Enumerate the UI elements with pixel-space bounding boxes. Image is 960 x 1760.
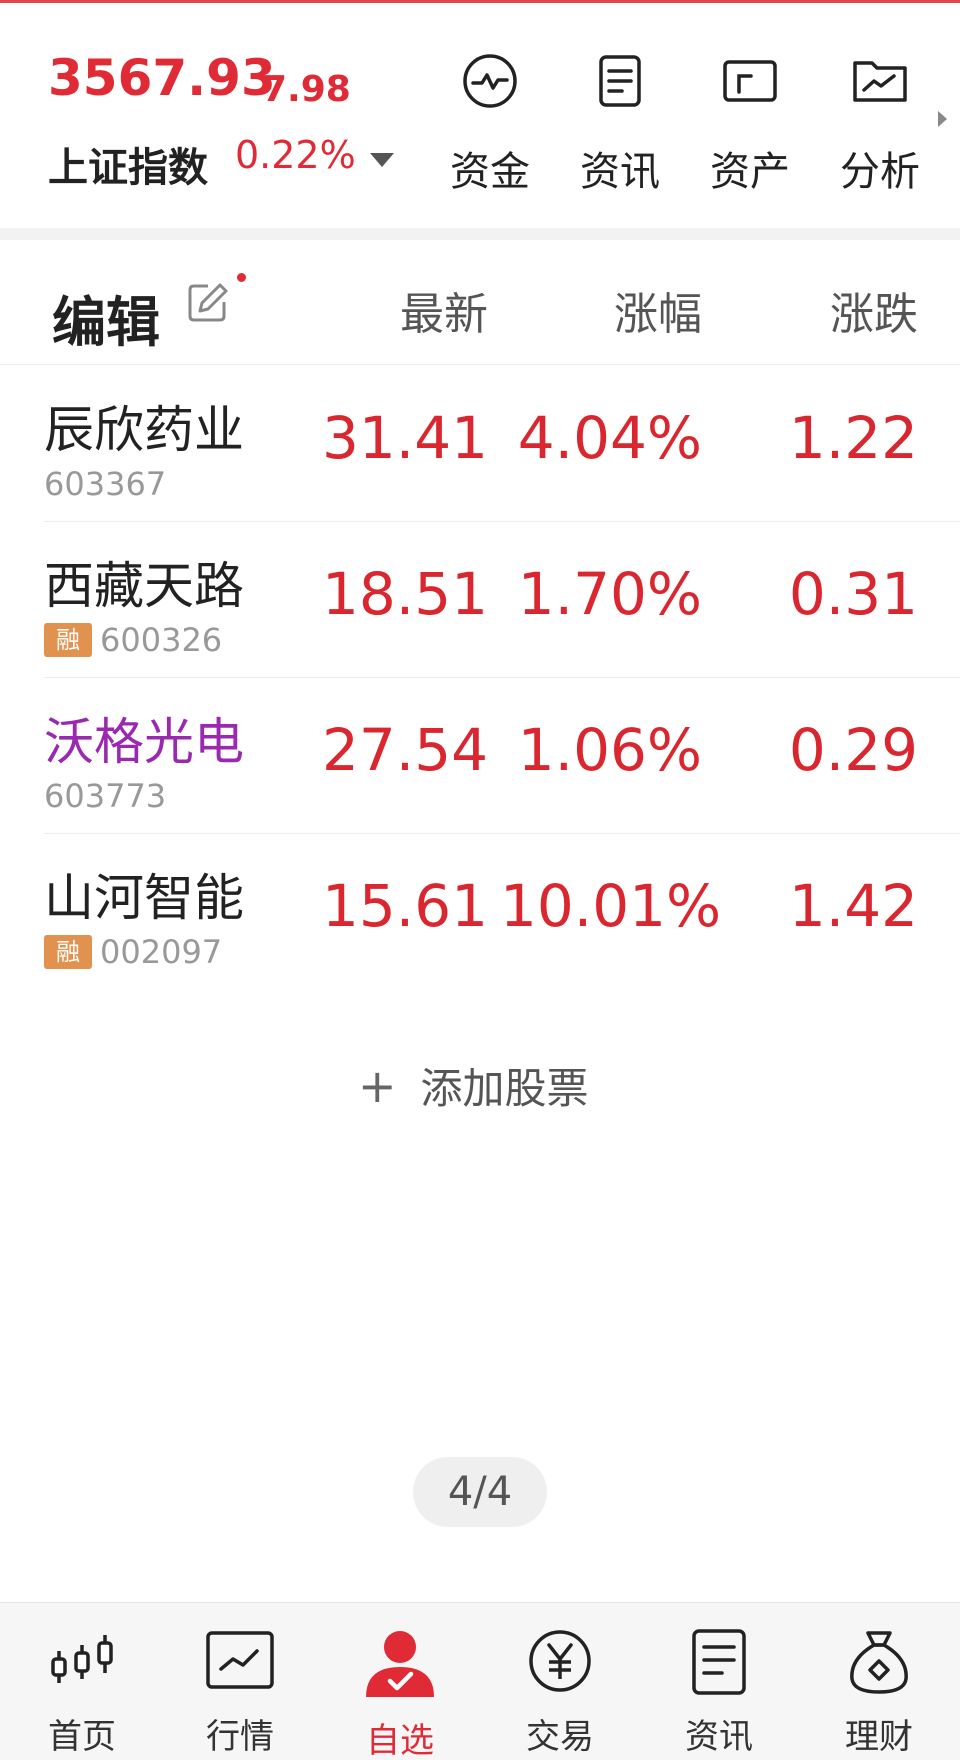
plus-icon: +: [358, 1058, 397, 1113]
quick-link-analysis[interactable]: 分析: [825, 51, 935, 195]
chart-line-icon: [206, 1631, 274, 1689]
quick-link-assets[interactable]: 资产: [695, 51, 805, 195]
stock-change: 0.29: [788, 716, 918, 784]
stock-latest: 15.61: [321, 872, 488, 940]
stock-code: 600326: [100, 621, 223, 659]
stock-latest: 31.41: [321, 404, 488, 472]
nav-watchlist[interactable]: 自选: [345, 1629, 455, 1760]
stock-row[interactable]: 沃格光电 603773 27.54 1.06% 0.29: [0, 678, 960, 834]
nav-label: 自选: [366, 1721, 434, 1760]
stock-name: 辰欣药业: [44, 401, 244, 459]
nav-wealth[interactable]: 理财: [824, 1629, 934, 1758]
stock-code-wrap: 603367: [44, 465, 167, 503]
index-price[interactable]: 3567.93: [48, 49, 276, 107]
quick-link-label: 分析: [840, 149, 920, 195]
index-dropdown-caret-icon[interactable]: [370, 153, 394, 167]
scroll-right-arrow-icon[interactable]: [938, 111, 947, 127]
nav-label: 交易: [526, 1717, 594, 1757]
nav-label: 资讯: [685, 1717, 753, 1757]
quick-link-label: 资金: [450, 149, 530, 195]
add-stock-button[interactable]: + 添加股票: [358, 1055, 589, 1116]
quick-link-label: 资产: [710, 149, 790, 195]
index-percent: 0.22%: [235, 133, 356, 177]
notification-dot: [237, 273, 246, 282]
wallet-icon: [723, 60, 777, 102]
margin-badge: 融: [44, 623, 92, 657]
add-stock-label: 添加股票: [420, 1064, 589, 1113]
stock-percent: 1.06%: [517, 716, 702, 784]
nav-market[interactable]: 行情: [185, 1629, 295, 1758]
quick-link-label: 资讯: [580, 149, 660, 195]
stock-code: 002097: [100, 933, 223, 971]
stock-change: 0.31: [788, 560, 918, 628]
section-divider: [0, 228, 960, 240]
stock-percent: 1.70%: [517, 560, 702, 628]
stock-code-wrap: 融 002097: [44, 933, 223, 971]
watchlist-screen: 3567.93 7.98 上证指数 0.22% 资金 资讯 资产 分析 编辑 最…: [0, 0, 960, 1760]
stock-code-wrap: 603773: [44, 777, 167, 815]
stock-change: 1.22: [788, 404, 918, 472]
nav-home[interactable]: 首页: [27, 1629, 137, 1758]
index-header: 3567.93 7.98 上证指数 0.22% 资金 资讯 资产 分析: [0, 3, 960, 228]
document-icon: [599, 55, 641, 107]
page-indicator: 4/4: [413, 1457, 547, 1527]
stock-percent: 10.01%: [500, 872, 722, 940]
stock-name: 沃格光电: [44, 713, 244, 771]
stock-row[interactable]: 山河智能 融 002097 15.61 10.01% 1.42: [0, 834, 960, 990]
nav-label: 首页: [48, 1717, 116, 1757]
pulse-circle-icon: [463, 54, 517, 108]
stock-name: 山河智能: [44, 869, 244, 927]
user-check-icon: [366, 1631, 434, 1697]
stock-percent: 4.04%: [517, 404, 702, 472]
nav-news[interactable]: 资讯: [664, 1629, 774, 1758]
edit-icon[interactable]: [186, 280, 230, 324]
index-name[interactable]: 上证指数: [48, 135, 208, 193]
money-bag-icon: [850, 1631, 908, 1694]
stock-row[interactable]: 辰欣药业 603367 31.41 4.04% 1.22: [0, 366, 960, 522]
nav-label: 理财: [845, 1717, 913, 1757]
list-column-header: 编辑 最新 涨幅 涨跌: [0, 240, 960, 365]
column-latest[interactable]: 最新: [388, 278, 488, 342]
index-change: 7.98: [262, 69, 351, 110]
stock-name: 西藏天路: [44, 557, 244, 615]
stock-code: 603773: [44, 777, 167, 815]
stock-change: 1.42: [788, 872, 918, 940]
stock-latest: 18.51: [321, 560, 488, 628]
stock-row[interactable]: 西藏天路 融 600326 18.51 1.70% 0.31: [0, 522, 960, 678]
column-change[interactable]: 涨跌: [818, 278, 918, 342]
yen-circle-icon: [529, 1630, 591, 1692]
folder-chart-icon: [853, 61, 907, 102]
stock-code: 603367: [44, 465, 167, 503]
margin-badge: 融: [44, 935, 92, 969]
candlestick-icon: [51, 1635, 113, 1683]
stock-code-wrap: 融 600326: [44, 621, 223, 659]
column-change-percent[interactable]: 涨幅: [602, 278, 702, 342]
bottom-navigation: 首页 行情 自选 交易 资讯 理财: [0, 1602, 960, 1760]
document-icon: [692, 1629, 746, 1695]
quick-link-funds[interactable]: 资金: [435, 51, 545, 195]
edit-button[interactable]: 编辑: [52, 278, 160, 357]
stock-latest: 27.54: [321, 716, 488, 784]
nav-trade[interactable]: 交易: [505, 1629, 615, 1758]
nav-label: 行情: [206, 1717, 274, 1757]
quick-link-news[interactable]: 资讯: [565, 51, 675, 195]
